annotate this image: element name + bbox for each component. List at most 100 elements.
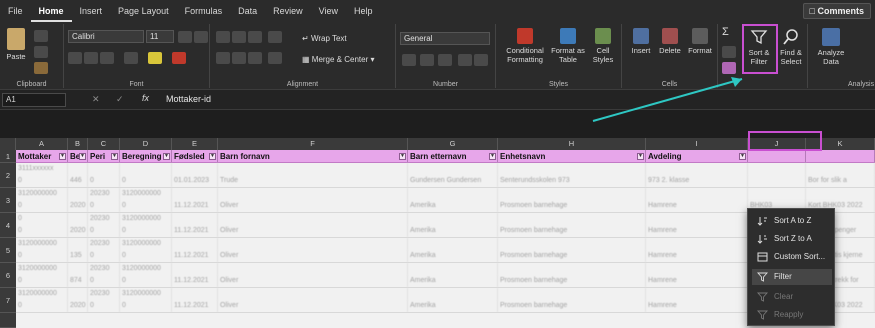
sort-a-to-z-item[interactable]: Sort A to Z	[752, 213, 832, 229]
menu-insert[interactable]: Insert	[72, 0, 111, 22]
table-cell[interactable]: Prosmoen barnehage	[498, 250, 646, 262]
table-cell[interactable]: 0	[16, 175, 68, 187]
table-cell[interactable]	[218, 263, 408, 275]
paste-button[interactable]: Paste	[4, 28, 28, 61]
column-header[interactable]: A	[16, 138, 68, 150]
filter-dropdown-icon[interactable]: ▼	[489, 153, 496, 160]
header-cell[interactable]	[806, 150, 875, 163]
table-cell[interactable]: 874	[68, 275, 88, 287]
table-cell[interactable]: Hamrene	[646, 275, 748, 287]
wrap-text-button[interactable]: ↵ Wrap Text	[302, 34, 347, 43]
font-size-select[interactable]: 11	[146, 30, 174, 43]
table-cell[interactable]: Amerika	[408, 300, 498, 312]
header-cell[interactable]: Be ▼	[68, 150, 88, 163]
table-cell[interactable]	[646, 213, 748, 225]
menu-home[interactable]: Home	[30, 0, 72, 22]
copy-icon[interactable]	[34, 46, 48, 58]
italic-icon[interactable]	[84, 52, 98, 64]
merge-center-button[interactable]: ▦ Merge & Center ▾	[302, 55, 375, 64]
table-cell[interactable]	[218, 238, 408, 250]
table-cell[interactable]: Prosmoen barnehage	[498, 275, 646, 287]
align-right-icon[interactable]	[248, 52, 262, 64]
table-cell[interactable]: 0	[88, 225, 120, 237]
insert-cells-button[interactable]: Insert	[628, 28, 654, 55]
table-cell[interactable]: 0	[120, 175, 172, 187]
table-cell[interactable]: 3120000000	[120, 213, 172, 225]
table-cell[interactable]: Oliver	[218, 250, 408, 262]
table-cell[interactable]: 11.12.2021	[172, 300, 218, 312]
table-cell[interactable]	[646, 263, 748, 275]
cancel-formula-icon[interactable]: ✕	[92, 94, 100, 105]
table-cell[interactable]	[172, 213, 218, 225]
table-cell[interactable]: 0	[120, 275, 172, 287]
table-cell[interactable]: 3120000000	[120, 188, 172, 200]
table-cell[interactable]: 0	[88, 300, 120, 312]
table-cell[interactable]: 11.12.2021	[172, 200, 218, 212]
table-cell[interactable]	[68, 263, 88, 275]
format-as-table-button[interactable]: Format as Table	[550, 28, 586, 64]
table-cell[interactable]: Amerika	[408, 275, 498, 287]
font-name-select[interactable]: Calibri	[68, 30, 144, 43]
table-cell[interactable]: 0	[16, 200, 68, 212]
table-cell[interactable]	[68, 288, 88, 300]
table-cell[interactable]: 0	[16, 225, 68, 237]
table-cell[interactable]: Hamrene	[646, 225, 748, 237]
table-cell[interactable]: Bor for slik a	[806, 175, 875, 187]
table-cell[interactable]: 3120000000	[16, 188, 68, 200]
orientation-icon[interactable]	[268, 31, 282, 43]
table-cell[interactable]: Prosmoen barnehage	[498, 300, 646, 312]
font-color-icon[interactable]	[172, 52, 186, 64]
header-cell[interactable]: Peri ▼	[88, 150, 120, 163]
table-cell[interactable]: 20230	[88, 288, 120, 300]
table-cell[interactable]: 0	[16, 213, 68, 225]
borders-icon[interactable]	[124, 52, 138, 64]
column-header[interactable]: C	[88, 138, 120, 150]
column-header[interactable]: G	[408, 138, 498, 150]
table-cell[interactable]: Prosmoen barnehage	[498, 200, 646, 212]
filter-dropdown-icon[interactable]: ▼	[637, 153, 644, 160]
table-cell[interactable]	[68, 213, 88, 225]
table-cell[interactable]: 20230	[88, 188, 120, 200]
header-cell[interactable]: Enhetsnavn ▼	[498, 150, 646, 163]
table-cell[interactable]: 446	[68, 175, 88, 187]
table-cell[interactable]	[68, 163, 88, 175]
column-header[interactable]: I	[646, 138, 748, 150]
table-cell[interactable]	[408, 163, 498, 175]
table-cell[interactable]	[408, 288, 498, 300]
table-cell[interactable]	[498, 238, 646, 250]
menu-help[interactable]: Help	[346, 0, 381, 22]
column-header[interactable]: B	[68, 138, 88, 150]
table-cell[interactable]	[806, 163, 875, 175]
table-cell[interactable]	[498, 263, 646, 275]
menu-formulas[interactable]: Formulas	[177, 0, 231, 22]
comma-icon[interactable]	[438, 54, 452, 66]
filter-dropdown-icon[interactable]: ▼	[111, 153, 118, 160]
menu-file[interactable]: File	[0, 0, 31, 22]
row-header[interactable]: 4	[0, 213, 16, 238]
table-cell[interactable]: 0	[16, 300, 68, 312]
filter-dropdown-icon[interactable]: ▼	[399, 153, 406, 160]
align-top-icon[interactable]	[216, 31, 230, 43]
decrease-decimal-icon[interactable]	[474, 54, 488, 66]
filter-dropdown-icon[interactable]: ▼	[59, 153, 66, 160]
row-header[interactable]: 2	[0, 163, 16, 188]
format-painter-icon[interactable]	[34, 62, 48, 74]
table-cell[interactable]: 3111xxxxxx	[16, 163, 68, 175]
table-cell[interactable]	[172, 163, 218, 175]
table-cell[interactable]	[218, 188, 408, 200]
column-header[interactable]: E	[172, 138, 218, 150]
select-all-corner[interactable]	[0, 138, 16, 150]
clear-icon[interactable]	[722, 62, 736, 74]
table-cell[interactable]: 20230	[88, 238, 120, 250]
worksheet-grid[interactable]: A B C D E F G H I J K 1 2 3 4 5 6 7 Mott…	[0, 138, 875, 328]
table-cell[interactable]	[646, 188, 748, 200]
header-cell[interactable]: Avdeling ▼	[646, 150, 748, 163]
column-header[interactable]: D	[120, 138, 172, 150]
menu-page-layout[interactable]: Page Layout	[110, 0, 177, 22]
menu-view[interactable]: View	[311, 0, 346, 22]
underline-icon[interactable]	[100, 52, 114, 64]
header-cell[interactable]: Mottaker ▼	[16, 150, 68, 163]
table-cell[interactable]: 3120000000	[16, 263, 68, 275]
filter-item[interactable]: Filter	[752, 269, 832, 285]
percent-icon[interactable]	[420, 54, 434, 66]
